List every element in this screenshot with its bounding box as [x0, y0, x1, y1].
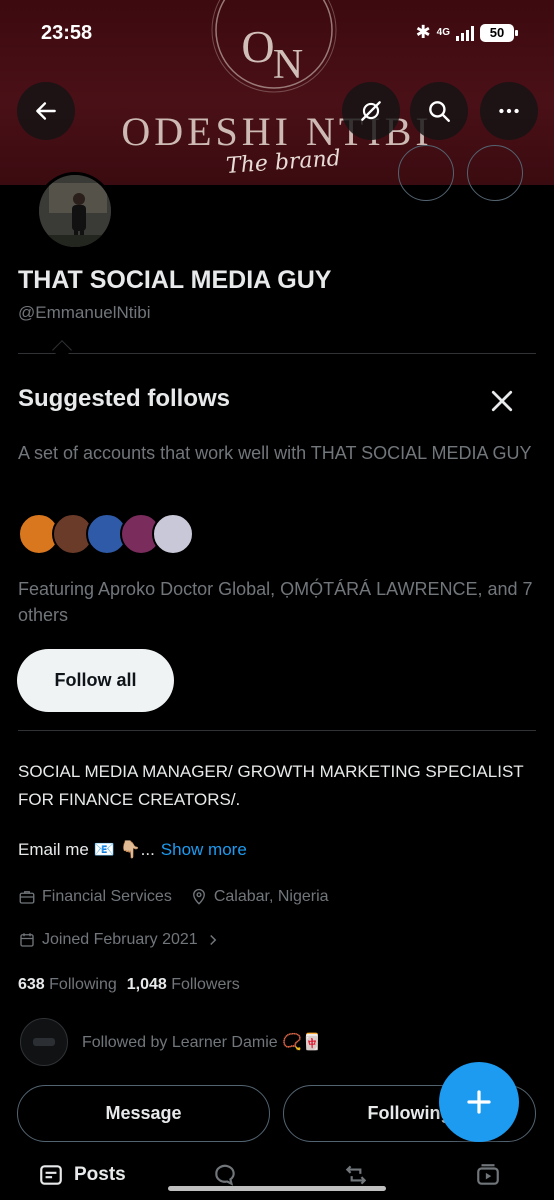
repost-icon: [345, 1165, 367, 1185]
briefcase-icon: [19, 891, 35, 904]
follow-counts: 638 Following 1,048 Followers: [18, 976, 240, 994]
more-button[interactable]: [480, 82, 538, 140]
network-type: 4G: [436, 26, 450, 38]
profile-meta: Financial Services Calabar, Nigeria: [18, 888, 329, 906]
followed-by-text: Followed by Learner Damie 📿🀄: [82, 1034, 322, 1051]
tab-posts[interactable]: Posts: [38, 1162, 126, 1188]
battery-icon: 50: [480, 23, 518, 42]
suggested-description: A set of accounts that work well with TH…: [18, 443, 532, 463]
tab-media[interactable]: [475, 1162, 501, 1188]
followers-count: 1,048: [126, 976, 167, 993]
bio-email-line: Email me 📧 👇🏼... Show more: [18, 840, 247, 860]
followed-by-row[interactable]: Followed by Learner Damie 📿🀄: [20, 1018, 322, 1066]
suggested-follows-title: Suggested follows: [18, 385, 231, 412]
tab-posts-label: Posts: [74, 1164, 126, 1185]
show-more-link[interactable]: Show more: [161, 840, 247, 860]
followers-label: Followers: [171, 976, 240, 993]
back-button[interactable]: [17, 82, 75, 140]
location: Calabar, Nigeria: [213, 888, 329, 905]
arrow-left-icon: [36, 102, 56, 120]
follow-all-button[interactable]: Follow all: [17, 649, 174, 712]
calendar-icon: [20, 933, 34, 947]
followers-count-link[interactable]: 1,048 Followers: [127, 976, 240, 994]
display-name: THAT SOCIAL MEDIA GUY: [18, 266, 332, 294]
email-text: Email me 📧 👇🏼...: [18, 840, 155, 859]
divider: [18, 353, 536, 354]
grok-button[interactable]: [342, 82, 400, 140]
search-icon: [429, 101, 450, 122]
brand-name: ODESHI NTIBI: [121, 109, 433, 154]
clock: 23:58: [41, 22, 93, 44]
follower-avatar: [20, 1018, 68, 1066]
following-count: 638: [18, 976, 45, 993]
avatar[interactable]: [36, 172, 114, 250]
bluetooth-icon: ✱: [415, 22, 431, 42]
home-indicator: [168, 1186, 386, 1191]
location-icon: [192, 888, 205, 905]
media-icon: [477, 1164, 499, 1185]
close-icon[interactable]: [487, 386, 517, 416]
grok-icon: [361, 101, 381, 121]
reply-icon: [215, 1164, 235, 1186]
plus-icon: [467, 1090, 491, 1114]
signal-icon: [456, 25, 474, 41]
profile-more-button[interactable]: [467, 145, 523, 201]
posts-icon: [40, 1165, 62, 1185]
tab-reposts[interactable]: [343, 1162, 369, 1188]
chevron-right-icon: [209, 934, 216, 946]
joined-date: Joined February 2021: [42, 931, 198, 948]
message-button[interactable]: Message: [17, 1085, 270, 1142]
compose-post-button[interactable]: [439, 1062, 519, 1142]
notifications-button[interactable]: [398, 145, 454, 201]
search-button[interactable]: [410, 82, 468, 140]
bio: SOCIAL MEDIA MANAGER/ GROWTH MARKETING S…: [18, 762, 524, 809]
divider: [18, 730, 536, 731]
tab-replies[interactable]: [212, 1162, 238, 1188]
joined-row[interactable]: Joined February 2021: [18, 931, 222, 949]
profile-tab-bar: Posts: [0, 1150, 554, 1200]
category: Financial Services: [42, 888, 172, 905]
status-icons: ✱ 4G 50: [415, 22, 518, 43]
suggested-avatar: [152, 513, 194, 555]
more-icon: [499, 108, 519, 114]
username: @EmmanuelNtibi: [18, 303, 151, 322]
suggested-avatars: [18, 513, 218, 557]
suggestion-caret: [52, 340, 72, 360]
following-count-link[interactable]: 638 Following: [18, 976, 117, 994]
status-bar: 23:58 ✱ 4G 50: [0, 18, 554, 50]
following-label: Following: [49, 976, 117, 993]
avatar-photo: [39, 175, 111, 247]
featuring-text: Featuring Aproko Doctor Global, ỌMỌ́TÁRÁ…: [18, 579, 533, 625]
